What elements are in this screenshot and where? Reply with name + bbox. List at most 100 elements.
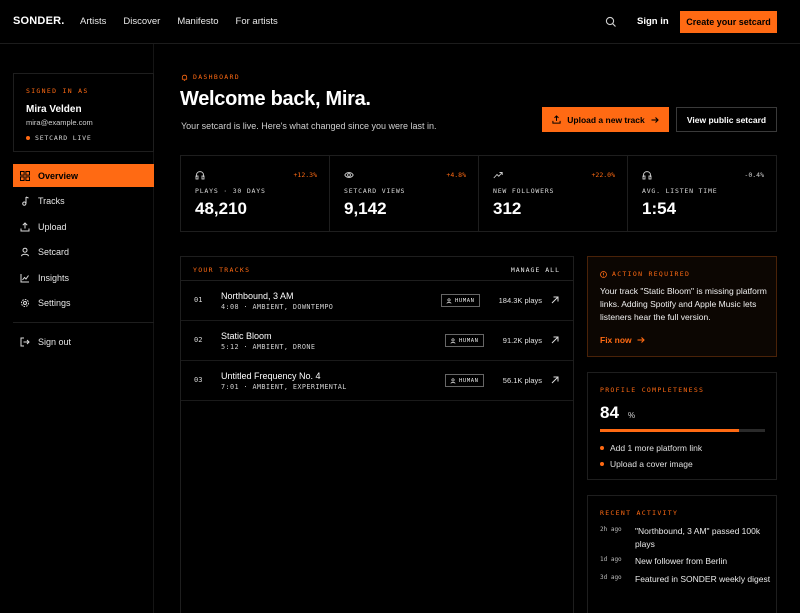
- profile-tip-label: Add 1 more platform link: [610, 443, 703, 453]
- profile-percent-unit: %: [628, 411, 636, 420]
- nav-link-manifesto[interactable]: Manifesto: [177, 16, 218, 27]
- sidebar-item-label: Upload: [38, 221, 67, 232]
- sidebar-item-upload[interactable]: Upload: [13, 215, 154, 238]
- sign-out-label: Sign out: [38, 336, 72, 347]
- nav-links: Artists Discover Manifesto For artists: [80, 16, 278, 27]
- alert-icon: [600, 270, 607, 278]
- track-number: 02: [194, 336, 203, 344]
- nav-link-for-artists[interactable]: For artists: [236, 16, 278, 27]
- manage-all-link[interactable]: MANAGE ALL: [511, 266, 560, 274]
- human-badge: HUMAN: [445, 334, 484, 347]
- headphones-icon: [642, 170, 652, 180]
- track-number: 03: [194, 376, 203, 384]
- track-title[interactable]: Untitled Frequency No. 4: [221, 371, 321, 381]
- track-plays: 184.3K plays: [498, 296, 542, 305]
- sidebar-item-settings[interactable]: Settings: [13, 292, 154, 315]
- eye-icon: [344, 170, 354, 180]
- track-plays: 91.2K plays: [502, 336, 542, 345]
- profile-tip[interactable]: Add 1 more platform link: [600, 443, 702, 453]
- fix-now-link[interactable]: Fix now: [600, 335, 645, 345]
- arrow-right-icon: [651, 116, 659, 124]
- dashboard-eyebrow-label: DASHBOARD: [193, 73, 240, 81]
- view-public-setcard-button[interactable]: View public setcard: [676, 107, 777, 132]
- track-meta: 5:12 · AMBIENT, DRONE: [221, 343, 316, 351]
- track-plays: 56.1K plays: [502, 376, 542, 385]
- trend-up-icon: [493, 170, 503, 180]
- sidebar-item-tracks[interactable]: Tracks: [13, 190, 154, 213]
- user-name: Mira Velden: [26, 104, 82, 115]
- sidebar-item-insights[interactable]: Insights: [13, 266, 154, 289]
- top-nav: SONDER. Artists Discover Manifesto For a…: [0, 0, 800, 44]
- arrow-up-right-icon[interactable]: [551, 336, 559, 344]
- stat-value: 9,142: [344, 199, 387, 218]
- profile-completeness-card: PROFILE COMPLETENESS 84 % Add 1 more pla…: [587, 372, 777, 480]
- profile-tip[interactable]: Upload a cover image: [600, 459, 693, 469]
- sign-in-link[interactable]: Sign in: [637, 16, 669, 27]
- sidebar-separator: [13, 322, 154, 323]
- user-icon: [20, 247, 30, 257]
- nav-link-discover[interactable]: Discover: [123, 16, 160, 27]
- badge-label: HUMAN: [459, 377, 479, 384]
- track-title[interactable]: Northbound, 3 AM: [221, 291, 294, 301]
- activity-text: "Northbound, 3 AM" passed 100k plays: [635, 526, 761, 549]
- table-row[interactable]: 03 Untitled Frequency No. 4 7:01 · AMBIE…: [181, 361, 573, 401]
- user-icon: [446, 297, 452, 304]
- search-icon[interactable]: [605, 16, 617, 28]
- activity-eyebrow: RECENT ACTIVITY: [600, 509, 679, 517]
- arrow-up-right-icon[interactable]: [551, 296, 559, 304]
- sidebar-item-label: Insights: [38, 272, 70, 283]
- stat-avg-listen-time: -0.4% AVG. LISTEN TIME 1:54: [628, 156, 776, 231]
- track-meta: 4:08 · AMBIENT, DOWNTEMPO: [221, 303, 334, 311]
- arrow-up-right-icon[interactable]: [551, 376, 559, 384]
- sidebar-item-setcard[interactable]: Setcard: [13, 241, 154, 264]
- activity-text: New follower from Berlin: [635, 556, 728, 566]
- fix-now-label: Fix now: [600, 335, 632, 345]
- logo[interactable]: SONDER.: [13, 15, 65, 27]
- activity-text: Featured in SONDER weekly digest: [635, 574, 771, 584]
- stat-delta: +22.0%: [591, 171, 615, 179]
- music-note-icon: [20, 196, 30, 206]
- grid-icon: [20, 170, 30, 181]
- stat-label: PLAYS · 30 DAYS: [195, 187, 266, 195]
- bullet-dot: [600, 462, 604, 466]
- page-title: Welcome back, Mira.: [180, 88, 371, 110]
- upload-track-button[interactable]: Upload a new track: [542, 107, 669, 132]
- human-badge: HUMAN: [445, 374, 484, 387]
- badge-label: HUMAN: [459, 337, 479, 344]
- page-subtitle: Your setcard is live. Here's what change…: [181, 121, 437, 131]
- tracks-panel: YOUR TRACKS MANAGE ALL 01 Northbound, 3 …: [180, 256, 574, 613]
- tracks-title: YOUR TRACKS: [193, 266, 251, 274]
- stat-value: 48,210: [195, 199, 247, 218]
- upload-track-label: Upload a new track: [567, 114, 645, 125]
- create-setcard-button[interactable]: Create your setcard: [680, 11, 777, 33]
- bullet-dot: [600, 446, 604, 450]
- setcard-status: SETCARD LIVE: [26, 134, 92, 142]
- upload-icon: [552, 115, 561, 124]
- track-title[interactable]: Static Bloom: [221, 331, 272, 341]
- upload-icon: [20, 221, 30, 232]
- table-row[interactable]: 01 Northbound, 3 AM 4:08 · AMBIENT, DOWN…: [181, 281, 573, 321]
- setcard-status-label: SETCARD LIVE: [35, 134, 92, 142]
- sign-out-button[interactable]: Sign out: [13, 330, 154, 353]
- arrow-right-icon: [637, 336, 645, 344]
- nav-link-artists[interactable]: Artists: [80, 16, 106, 27]
- stat-label: NEW FOLLOWERS: [493, 187, 555, 195]
- sign-out-icon: [20, 337, 30, 347]
- profile-percent-value: 84: [600, 403, 619, 422]
- dashboard-eyebrow: DASHBOARD: [181, 73, 240, 81]
- stat-delta: +12.3%: [293, 171, 317, 179]
- user-icon: [450, 337, 456, 344]
- status-dot: [26, 136, 30, 140]
- sidebar-item-overview[interactable]: Overview: [13, 164, 154, 187]
- action-eyebrow-label: ACTION REQUIRED: [612, 270, 691, 278]
- track-number: 01: [194, 296, 203, 304]
- stat-label: SETCARD VIEWS: [344, 187, 406, 195]
- table-row[interactable]: 02 Static Bloom 5:12 · AMBIENT, DRONE HU…: [181, 321, 573, 361]
- bell-icon: [181, 74, 188, 81]
- action-eyebrow: ACTION REQUIRED: [600, 270, 690, 278]
- tracks-header: YOUR TRACKS MANAGE ALL: [181, 257, 573, 281]
- stat-delta: +4.8%: [446, 171, 466, 179]
- sidebar-item-label: Setcard: [38, 247, 70, 258]
- sidebar-item-label: Overview: [38, 170, 79, 181]
- user-card: SIGNED IN AS Mira Velden mira@example.co…: [13, 73, 154, 152]
